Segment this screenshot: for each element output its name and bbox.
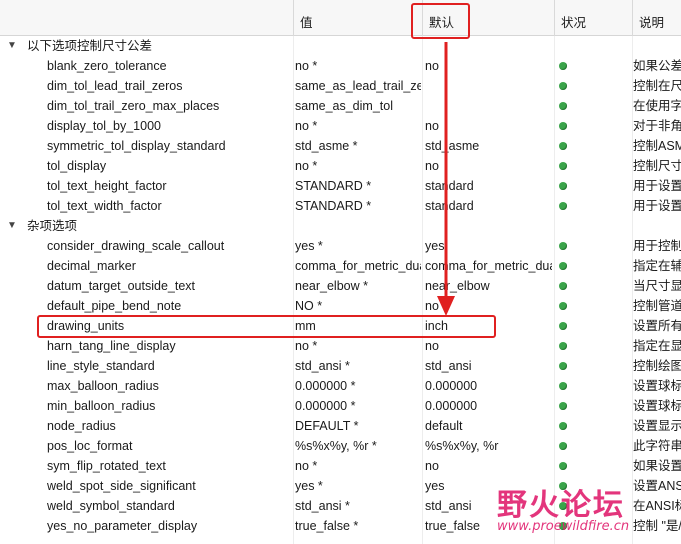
- watermark-url: www.proewildfire.cn: [497, 519, 630, 534]
- watermark-logo: 野火论坛 www.proewildfire.cn: [497, 480, 681, 544]
- watermark-text: 野火论坛: [497, 488, 625, 523]
- annotation-arrow-icon: [437, 42, 455, 316]
